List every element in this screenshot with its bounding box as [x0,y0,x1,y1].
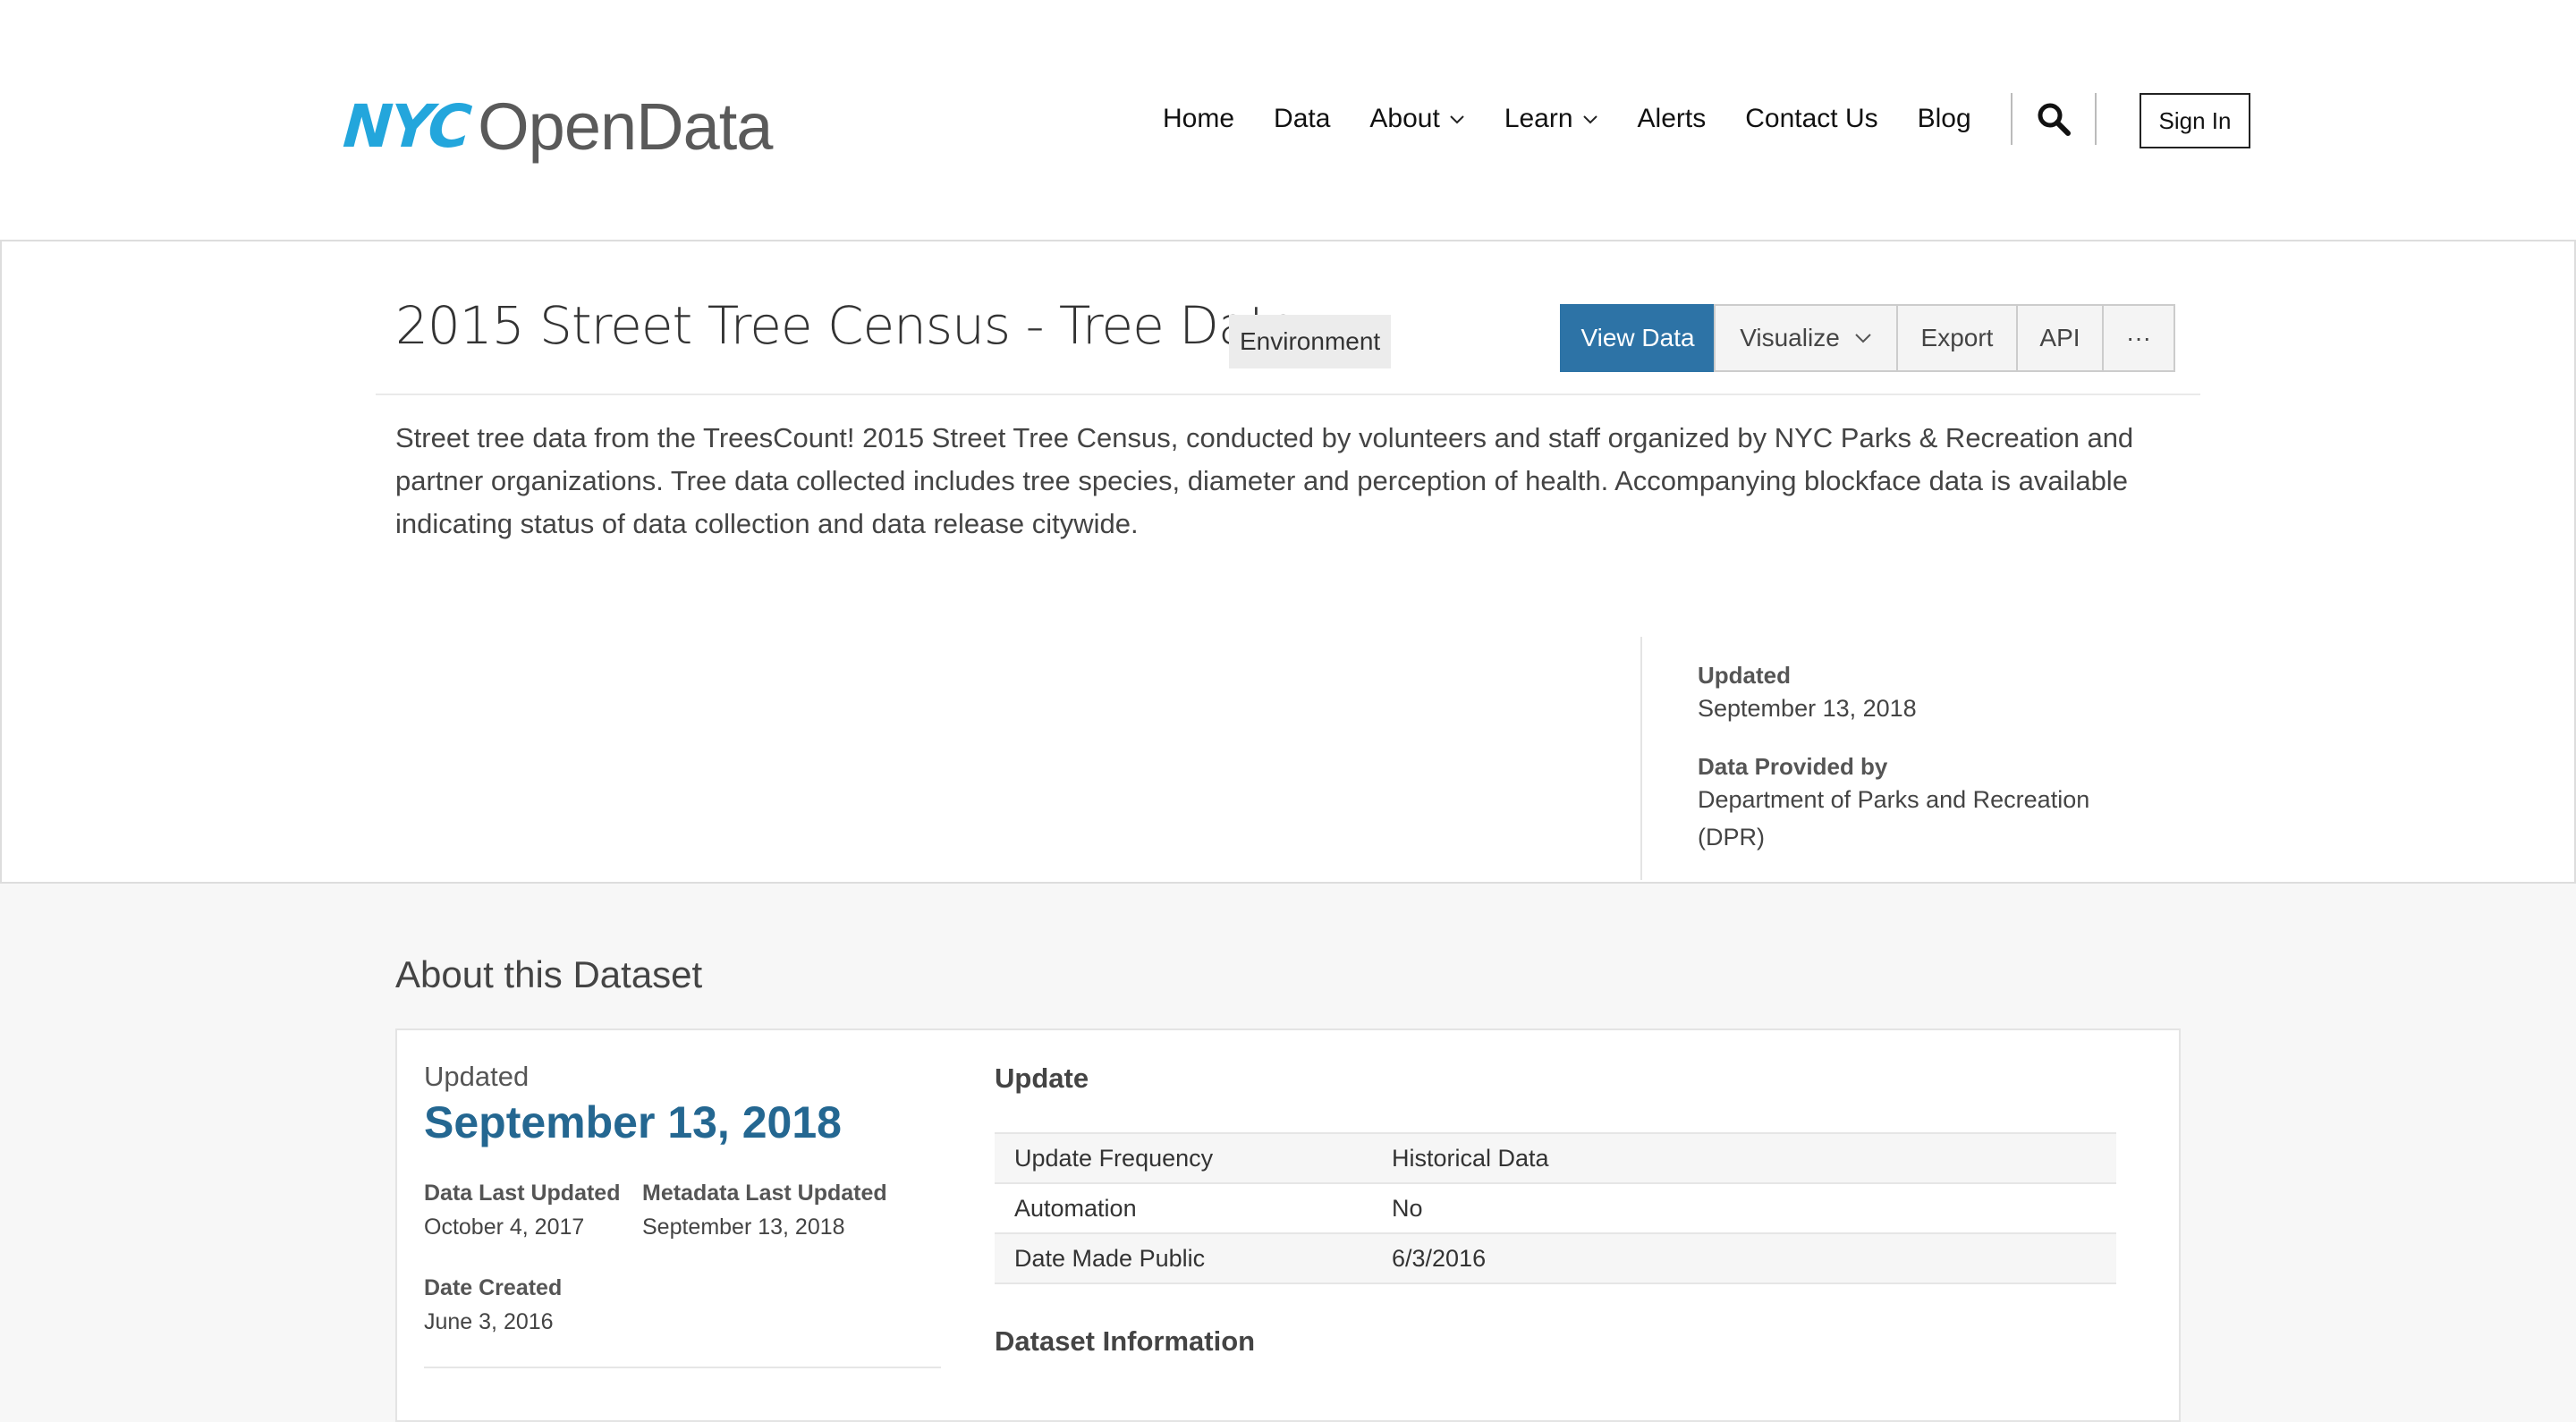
nav-blog[interactable]: Blog [1918,104,1971,134]
date-created-value: June 3, 2016 [424,1309,554,1334]
site-header: NYC OpenData Home Data About Learn Alert… [0,0,2576,240]
updated-label: Updated [1698,662,1791,689]
date-made-public-key: Date Made Public [995,1232,1372,1284]
automation-key: Automation [995,1182,1372,1234]
nyc-opendata-logo[interactable]: NYC OpenData [341,86,773,166]
view-data-button[interactable]: View Data [1560,304,1716,372]
automation-value: No [1372,1182,2116,1234]
nav-contact-us[interactable]: Contact Us [1745,104,1877,134]
category-badge[interactable]: Environment [1229,315,1392,368]
nav-home-label: Home [1163,104,1235,133]
date-created-label: Date Created [424,1275,563,1300]
logo-opendata-text: OpenData [478,89,773,164]
nav-divider [2094,93,2097,145]
table-row: Update Frequency Historical Data [995,1132,2116,1184]
table-row: Date Made Public 6/3/2016 [995,1232,2116,1284]
metadata-last-updated-label: Metadata Last Updated [642,1181,887,1206]
nav-contact-label: Contact Us [1745,104,1878,133]
logo-nyc-text: NYC [341,91,471,161]
chevron-down-icon [1582,107,1598,131]
updated-meta: Updated September 13, 2018 [1698,662,1917,727]
nav-learn-label: Learn [1504,104,1573,133]
chevron-down-icon [1854,333,1872,343]
search-icon[interactable] [2034,99,2073,139]
dataset-action-buttons: View Data Visualize Export API ··· [1560,304,2175,372]
metadata-last-updated-value: September 13, 2018 [642,1215,845,1240]
update-info-table: Update Frequency Historical Data Automat… [995,1132,2116,1284]
updated-value: September 13, 2018 [1698,695,1917,722]
nav-blog-label: Blog [1917,104,1971,133]
about-updated-label: Updated [424,1061,530,1092]
dataset-information-title: Dataset Information [995,1325,1256,1357]
nav-data[interactable]: Data [1274,104,1330,134]
dataset-description: Street tree data from the TreesCount! 20… [395,422,2134,539]
nav-divider [2010,93,2012,145]
left-column-divider [424,1367,941,1368]
table-row: Automation No [995,1182,2116,1234]
nav-about[interactable]: About [1369,104,1464,134]
update-frequency-value: Historical Data [1372,1132,2116,1184]
update-section-title: Update [995,1062,1089,1094]
date-made-public-value: 6/3/2016 [1372,1232,2116,1284]
sign-in-button[interactable]: Sign In [2140,93,2250,148]
main-nav: Home Data About Learn Alerts Contact Us … [1163,93,2097,145]
nav-data-label: Data [1274,104,1331,133]
nav-alerts-label: Alerts [1637,104,1707,133]
visualize-label: Visualize [1740,324,1840,351]
dataset-title: 2015 Street Tree Census - Tree Data [395,295,1301,356]
api-button[interactable]: API [2016,304,2104,372]
export-button[interactable]: Export [1896,304,2018,372]
data-last-updated-value: October 4, 2017 [424,1215,585,1240]
sidebar-divider [1640,637,1642,880]
nav-home[interactable]: Home [1163,104,1234,134]
provided-by-label: Data Provided by [1698,753,1888,780]
more-actions-button[interactable]: ··· [2102,304,2175,372]
title-divider [376,394,2200,395]
nav-about-label: About [1369,104,1440,133]
data-last-updated-label: Data Last Updated [424,1181,621,1206]
update-frequency-key: Update Frequency [995,1132,1372,1184]
provider-meta: Data Provided by Department of Parks and… [1698,753,2089,856]
provided-by-value: Department of Parks and Recreation [1698,786,2090,813]
visualize-button[interactable]: Visualize [1714,304,1898,372]
about-updated-date: September 13, 2018 [424,1097,842,1147]
nav-alerts[interactable]: Alerts [1638,104,1707,134]
about-section-title: About this Dataset [395,953,703,995]
nav-learn[interactable]: Learn [1504,104,1598,134]
chevron-down-icon [1449,107,1465,131]
provided-by-value-abbr: (DPR) [1698,824,1765,851]
